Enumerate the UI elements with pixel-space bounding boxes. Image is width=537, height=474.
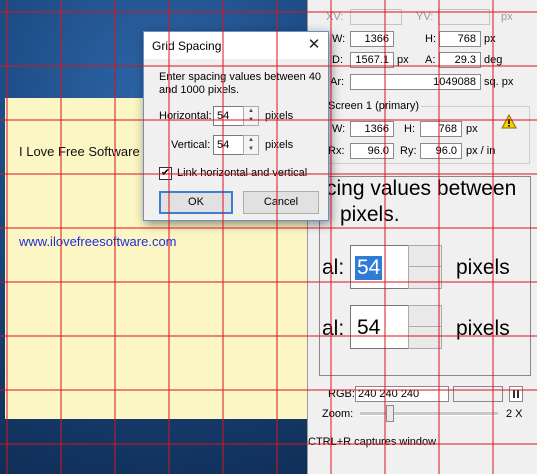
screen-w-label: W: (332, 123, 346, 135)
vertical-input[interactable]: 54 (213, 135, 245, 155)
screen-h-unit: px (466, 123, 478, 135)
cancel-button[interactable]: Cancel (243, 191, 319, 214)
rx-value: 96.0 (350, 143, 394, 159)
zoom-label: Zoom: (322, 408, 354, 420)
h-unit: px (484, 33, 496, 45)
close-icon[interactable]: ✕ (302, 34, 326, 56)
xv-field (350, 9, 402, 25)
dialog-title: Grid Spacing (152, 39, 222, 53)
magnified-row1-prefix: al: (322, 256, 345, 279)
magnified-vertical-input: 54 (350, 305, 410, 349)
d-label: D: (332, 54, 343, 66)
ry-value: 96.0 (420, 143, 462, 159)
d-value: 1567.1 (350, 52, 394, 68)
footer-hint: CTRL+R captures window (308, 436, 437, 448)
color-swatch (453, 386, 503, 402)
zoom-slider-thumb[interactable] (386, 405, 394, 422)
w-value: 1366 (350, 31, 394, 47)
ok-button[interactable]: OK (159, 191, 233, 214)
yv-unit: px (501, 11, 513, 23)
horizontal-input[interactable]: 54 (213, 106, 245, 126)
spin-up-icon[interactable]: ▲ (244, 107, 258, 116)
measure-panel: XV: YV: px W: 1366 H: 768 px D: 1567.1 p… (307, 0, 537, 474)
link-checkbox-label[interactable]: Link horizontal and vertical (177, 167, 307, 180)
magnified-message-line2: pixels. (340, 203, 400, 226)
magnified-row2-prefix: al: (322, 317, 345, 340)
checkmark-icon: ✔ (160, 167, 171, 179)
grid-spacing-dialog: Grid Spacing ✕ Enter spacing values betw… (143, 31, 329, 221)
rx-label: Rx: (328, 145, 345, 157)
magnified-row1-unit: pixels (456, 256, 510, 279)
magnified-horizontal-input: 54 (350, 245, 410, 289)
dialog-message: Enter spacing values between 40 and 1000… (159, 71, 322, 96)
pause-icon[interactable] (509, 386, 523, 402)
vertical-label: Vertical: (171, 139, 211, 151)
ar-value: 1049088 (350, 74, 481, 90)
magnified-message-line1: cing values between (326, 177, 517, 200)
vertical-spinner[interactable]: ▲ ▼ (243, 135, 259, 155)
zoom-value: 2 X (506, 408, 523, 420)
a-label: A: (425, 54, 436, 66)
vertical-unit: pixels (265, 139, 294, 151)
yv-label: YV: (416, 11, 434, 23)
a-unit: deg (484, 54, 503, 66)
note-link[interactable]: www.ilovefreesoftware.com (19, 234, 177, 249)
d-unit: px (397, 54, 409, 66)
horizontal-label: Horizontal: (159, 110, 212, 122)
note-title: I Love Free Software (19, 144, 140, 159)
spin-down-icon[interactable]: ▼ (244, 145, 258, 154)
h-value: 768 (439, 31, 481, 47)
spin-down-icon[interactable]: ▼ (244, 116, 258, 125)
magnified-vertical-spinner (408, 305, 442, 349)
zoom-slider-track[interactable] (360, 412, 498, 416)
magnified-horizontal-value: 54 (355, 256, 383, 280)
magnified-row2-unit: pixels (456, 317, 510, 340)
h-label: H: (425, 33, 436, 45)
a-value: 29.3 (439, 52, 481, 68)
yv-field (438, 9, 490, 25)
ry-unit: px / in (466, 145, 496, 157)
horizontal-spinner[interactable]: ▲ ▼ (243, 106, 259, 126)
screen-h-label: H: (404, 123, 415, 135)
horizontal-unit: pixels (265, 110, 294, 122)
ar-unit: sq. px (484, 76, 514, 88)
magnified-vertical-value: 54 (357, 316, 381, 339)
screen-h-value: 768 (420, 121, 462, 137)
dialog-titlebar[interactable]: Grid Spacing ✕ (144, 32, 328, 59)
screen-w-value: 1366 (350, 121, 394, 137)
magnifier-view[interactable]: cing values between pixels. al: 54 pixel… (319, 176, 531, 376)
spin-up-icon[interactable]: ▲ (244, 136, 258, 145)
warning-icon[interactable] (501, 113, 517, 130)
screen-group-title: Screen 1 (primary) (326, 100, 422, 112)
rgb-label: RGB: (328, 388, 355, 400)
rgb-value: 240 240 240 (355, 386, 449, 402)
ar-label: Ar: (330, 76, 345, 88)
ry-label: Ry: (400, 145, 417, 157)
magnified-horizontal-spinner (408, 245, 442, 289)
xv-label: XV: (326, 11, 344, 23)
link-checkbox[interactable]: ✔ (159, 167, 172, 180)
w-label: W: (332, 33, 346, 45)
